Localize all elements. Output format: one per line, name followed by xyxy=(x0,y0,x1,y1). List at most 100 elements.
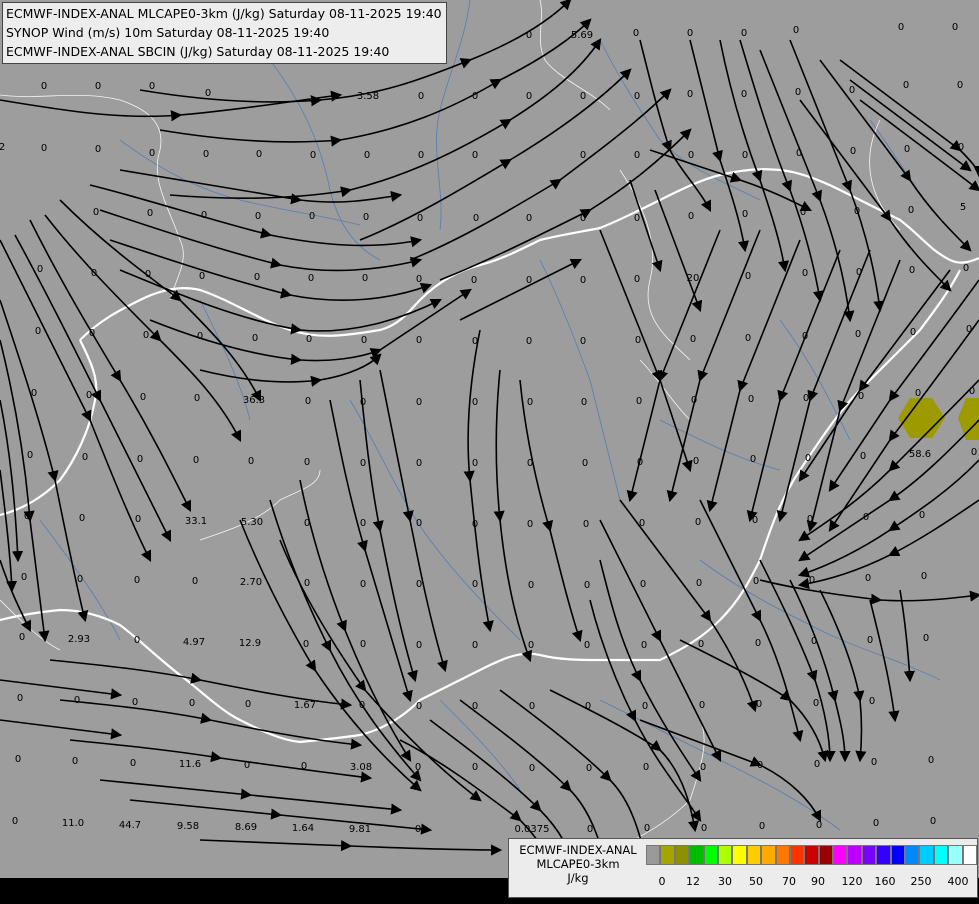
value-label: 0 xyxy=(585,701,591,712)
value-label: 0 xyxy=(149,81,155,92)
header-line-wind: SYNOP Wind (m/s) 10m Saturday 08-11-2025… xyxy=(6,25,330,40)
value-label: 0 xyxy=(528,640,534,651)
legend-swatch xyxy=(962,845,977,865)
value-label: 0 xyxy=(303,639,309,650)
value-label: 0 xyxy=(688,211,694,222)
value-label: 0 xyxy=(908,205,914,216)
value-label: 0 xyxy=(255,211,261,222)
map-area[interactable]: 0 0 0 0 3.58 0 0 0 2 0 0 0 0 0 0 0 0 0 0 5.69 0 0 0 0 0 0 0 0 0 0 0 0 0 0… xyxy=(0,0,979,900)
value-label: 0 xyxy=(816,820,822,831)
legend-swatch xyxy=(890,845,906,865)
value-label: 0 xyxy=(309,211,315,222)
legend-swatch xyxy=(847,845,862,865)
value-label: 0 xyxy=(802,268,808,279)
value-label: 0 xyxy=(472,91,478,102)
value-label: 0 xyxy=(130,758,136,769)
value-label: 0 xyxy=(644,823,650,834)
value-label: 0 xyxy=(696,578,702,589)
value-label: 0 xyxy=(971,447,977,458)
value-label: 0 xyxy=(416,335,422,346)
value-label: 0 xyxy=(813,698,819,709)
value-label: 0 xyxy=(633,28,639,39)
value-label: 0 xyxy=(753,576,759,587)
value-label: 0 xyxy=(805,453,811,464)
legend-title: ECMWF-INDEX-ANAL MLCAPE0-3km J/kg xyxy=(511,843,645,885)
value-label: 0 xyxy=(244,760,250,771)
value-label: 0 xyxy=(698,639,704,650)
value-label: 0 xyxy=(472,336,478,347)
legend-swatch xyxy=(646,845,661,865)
value-label: 0 xyxy=(581,397,587,408)
value-label: 0 xyxy=(79,513,85,524)
value-label: 0 xyxy=(147,208,153,219)
value-label: 0 xyxy=(363,212,369,223)
value-label: 0 xyxy=(910,327,916,338)
value-label: 0 xyxy=(304,457,310,468)
value-label: 0 xyxy=(472,458,478,469)
value-label: 0 xyxy=(82,452,88,463)
value-label: 0 xyxy=(641,640,647,651)
value-label: 11.0 xyxy=(62,818,84,829)
map-canvas[interactable]: 0 0 00 3.58 0 0 02 0 0 0 0 0 0 0 0 00 5.69 0 0 0 0 0 00 0 0 0 0 0 0 0… xyxy=(0,0,979,900)
value-label: 0 xyxy=(634,150,640,161)
legend-swatch xyxy=(789,845,805,865)
legend-swatch xyxy=(833,845,848,865)
legend-title-line1: ECMWF-INDEX-ANAL xyxy=(519,843,637,857)
legend-swatch xyxy=(905,845,920,865)
value-label: 5.69 xyxy=(571,30,593,41)
legend-swatch xyxy=(804,845,819,865)
value-label: 0 xyxy=(586,763,592,774)
value-label: 0 xyxy=(527,519,533,530)
value-label: 0 xyxy=(963,263,969,274)
value-label: 1.67 xyxy=(294,700,316,711)
value-label: 0 xyxy=(416,274,422,285)
legend-swatch xyxy=(660,845,675,865)
value-label: 0 xyxy=(793,25,799,36)
value-label: 0 xyxy=(969,386,975,397)
value-label: 3.08 xyxy=(350,762,372,773)
value-label: 0 xyxy=(755,638,761,649)
value-label: 12.9 xyxy=(239,638,261,649)
legend-swatch xyxy=(761,845,776,865)
value-label: 0 xyxy=(86,390,92,401)
value-label: 0 xyxy=(807,514,813,525)
value-label: 0 xyxy=(12,816,18,827)
value-label: 0 xyxy=(17,693,23,704)
color-legend: ECMWF-INDEX-ANAL MLCAPE0-3km J/kg 0 12 30 5… xyxy=(508,838,978,898)
value-label: 0 xyxy=(580,91,586,102)
value-label: 0 xyxy=(921,571,927,582)
value-label: 0 xyxy=(636,396,642,407)
value-label: 0 xyxy=(362,273,368,284)
value-label: 0 xyxy=(634,213,640,224)
value-label: 0 xyxy=(756,699,762,710)
value-label: 0 xyxy=(748,394,754,405)
value-label: 0 xyxy=(145,269,151,280)
value-label: 0 xyxy=(415,824,421,835)
value-label: 9.58 xyxy=(177,821,199,832)
value-label: 0 xyxy=(952,22,958,33)
value-label: 0 xyxy=(869,696,875,707)
value-label: 0 xyxy=(583,519,589,530)
value-label: 0 xyxy=(201,210,207,221)
legend-ticks: 0 12 30 50 70 90 120 160 250 400 xyxy=(646,875,976,889)
value-label: 5 xyxy=(960,202,966,213)
value-label: 0 xyxy=(140,392,146,403)
legend-swatch xyxy=(689,845,704,865)
value-label: 0 xyxy=(189,698,195,709)
legend-swatch xyxy=(919,845,934,865)
value-label: 0 xyxy=(91,268,97,279)
value-label: 0 xyxy=(803,393,809,404)
value-label: 0 xyxy=(634,274,640,285)
legend-tick-label: 70 xyxy=(782,875,796,888)
value-label: 0 xyxy=(245,699,251,710)
value-label: 0 xyxy=(742,150,748,161)
legend-tick-label: 160 xyxy=(874,875,896,888)
legend-swatch xyxy=(861,845,877,865)
value-label: 0 xyxy=(134,575,140,586)
legend-swatch xyxy=(674,845,690,865)
value-label: 0 xyxy=(304,578,310,589)
value-label: 0 xyxy=(416,579,422,590)
value-label: 0 xyxy=(871,757,877,768)
value-label: 0 xyxy=(19,632,25,643)
legend-unit: J/kg xyxy=(567,871,589,885)
